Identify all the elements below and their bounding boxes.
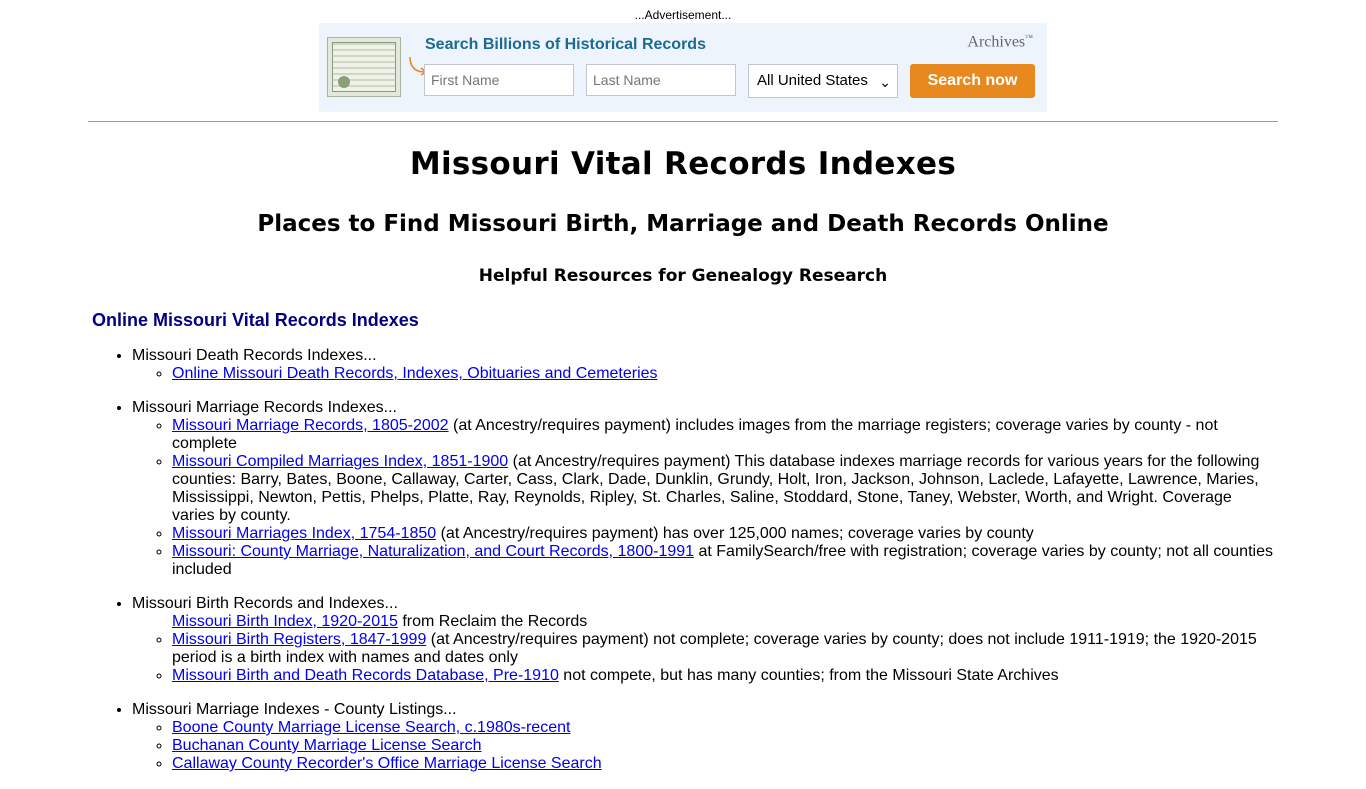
ad-headline: Search Billions of Historical Records (425, 36, 706, 53)
page-subtitle: Places to Find Missouri Birth, Marriage … (257, 211, 1109, 237)
location-select-value: All United States (757, 72, 868, 89)
record-link-item: Boone County Marriage License Search, c.… (172, 719, 1278, 737)
record-description: (at Ancestry/requires payment) has over … (436, 525, 1034, 542)
record-link[interactable]: Missouri: County Marriage, Naturalizatio… (172, 543, 694, 560)
record-category: Missouri Marriage Indexes - County Listi… (132, 701, 1278, 773)
record-link-item: Missouri Marriages Index, 1754-1850 (at … (172, 525, 1278, 543)
record-link[interactable]: Boone County Marriage License Search, c.… (172, 719, 570, 736)
archives-logo[interactable]: Archives™ (967, 33, 1033, 51)
record-link[interactable]: Missouri Marriage Records, 1805-2002 (172, 417, 449, 434)
records-list: Missouri Death Records Indexes...Online … (92, 347, 1278, 789)
records-category-list: Missouri Death Records Indexes...Online … (92, 347, 1278, 773)
record-description: not compete, but has many counties; from… (558, 667, 1059, 684)
record-category-label: Missouri Birth Records and Indexes... (132, 595, 398, 612)
record-link[interactable]: Missouri Compiled Marriages Index, 1851-… (172, 453, 508, 470)
chevron-down-icon: ⌄ (879, 74, 891, 90)
record-link[interactable]: Missouri Birth and Death Records Databas… (172, 667, 559, 684)
record-category-label: Missouri Death Records Indexes... (132, 347, 377, 364)
record-link-list: Missouri Marriage Records, 1805-2002 (at… (132, 417, 1278, 579)
record-link[interactable]: Missouri Birth Index, 1920-2015 (172, 613, 398, 630)
record-link-item: Missouri Birth Index, 1920-2015 from Rec… (172, 613, 1278, 631)
record-link-list: Missouri Birth Index, 1920-2015 from Rec… (132, 613, 1278, 685)
last-name-input[interactable] (586, 64, 736, 96)
location-select[interactable]: All United States ⌄ (748, 64, 898, 98)
advertisement-banner[interactable]: Search Billions of Historical Records Ar… (319, 23, 1047, 112)
record-category-label: Missouri Marriage Indexes - County Listi… (132, 701, 457, 718)
advertisement-label: ...Advertisement... (634, 8, 732, 22)
record-link-item: Missouri Marriage Records, 1805-2002 (at… (172, 417, 1278, 453)
first-name-input[interactable] (424, 64, 574, 96)
record-link-item: Missouri Birth and Death Records Databas… (172, 667, 1278, 685)
page-title: Missouri Vital Records Indexes (409, 146, 957, 182)
search-now-button[interactable]: Search now (910, 64, 1035, 98)
record-link-item: Buchanan County Marriage License Search (172, 737, 1278, 755)
record-link-item: Missouri: County Marriage, Naturalizatio… (172, 543, 1278, 579)
page-tagline: Helpful Resources for Genealogy Research (478, 266, 888, 286)
section-heading: Online Missouri Vital Records Indexes (92, 310, 419, 330)
record-link-list: Boone County Marriage License Search, c.… (132, 719, 1278, 773)
record-document-thumbnail (327, 37, 401, 97)
record-category-label: Missouri Marriage Records Indexes... (132, 399, 397, 416)
record-link[interactable]: Missouri Birth Registers, 1847-1999 (172, 631, 426, 648)
record-link[interactable]: Callaway County Recorder's Office Marria… (172, 755, 602, 772)
record-link-item: Missouri Compiled Marriages Index, 1851-… (172, 453, 1278, 525)
record-description: from Reclaim the Records (397, 613, 588, 630)
record-category: Missouri Death Records Indexes...Online … (132, 347, 1278, 383)
record-link[interactable]: Missouri Marriages Index, 1754-1850 (172, 525, 436, 542)
record-category: Missouri Marriage Records Indexes...Miss… (132, 399, 1278, 579)
record-link-item: Missouri Birth Registers, 1847-1999 (at … (172, 631, 1278, 667)
horizontal-divider (88, 121, 1278, 122)
record-link-item: Callaway County Recorder's Office Marria… (172, 755, 1278, 773)
record-link-list: Online Missouri Death Records, Indexes, … (132, 365, 1278, 383)
record-category: Missouri Birth Records and Indexes...Mis… (132, 595, 1278, 685)
record-link-item: Online Missouri Death Records, Indexes, … (172, 365, 1278, 383)
record-link[interactable]: Buchanan County Marriage License Search (172, 737, 482, 754)
record-link[interactable]: Online Missouri Death Records, Indexes, … (172, 365, 658, 382)
